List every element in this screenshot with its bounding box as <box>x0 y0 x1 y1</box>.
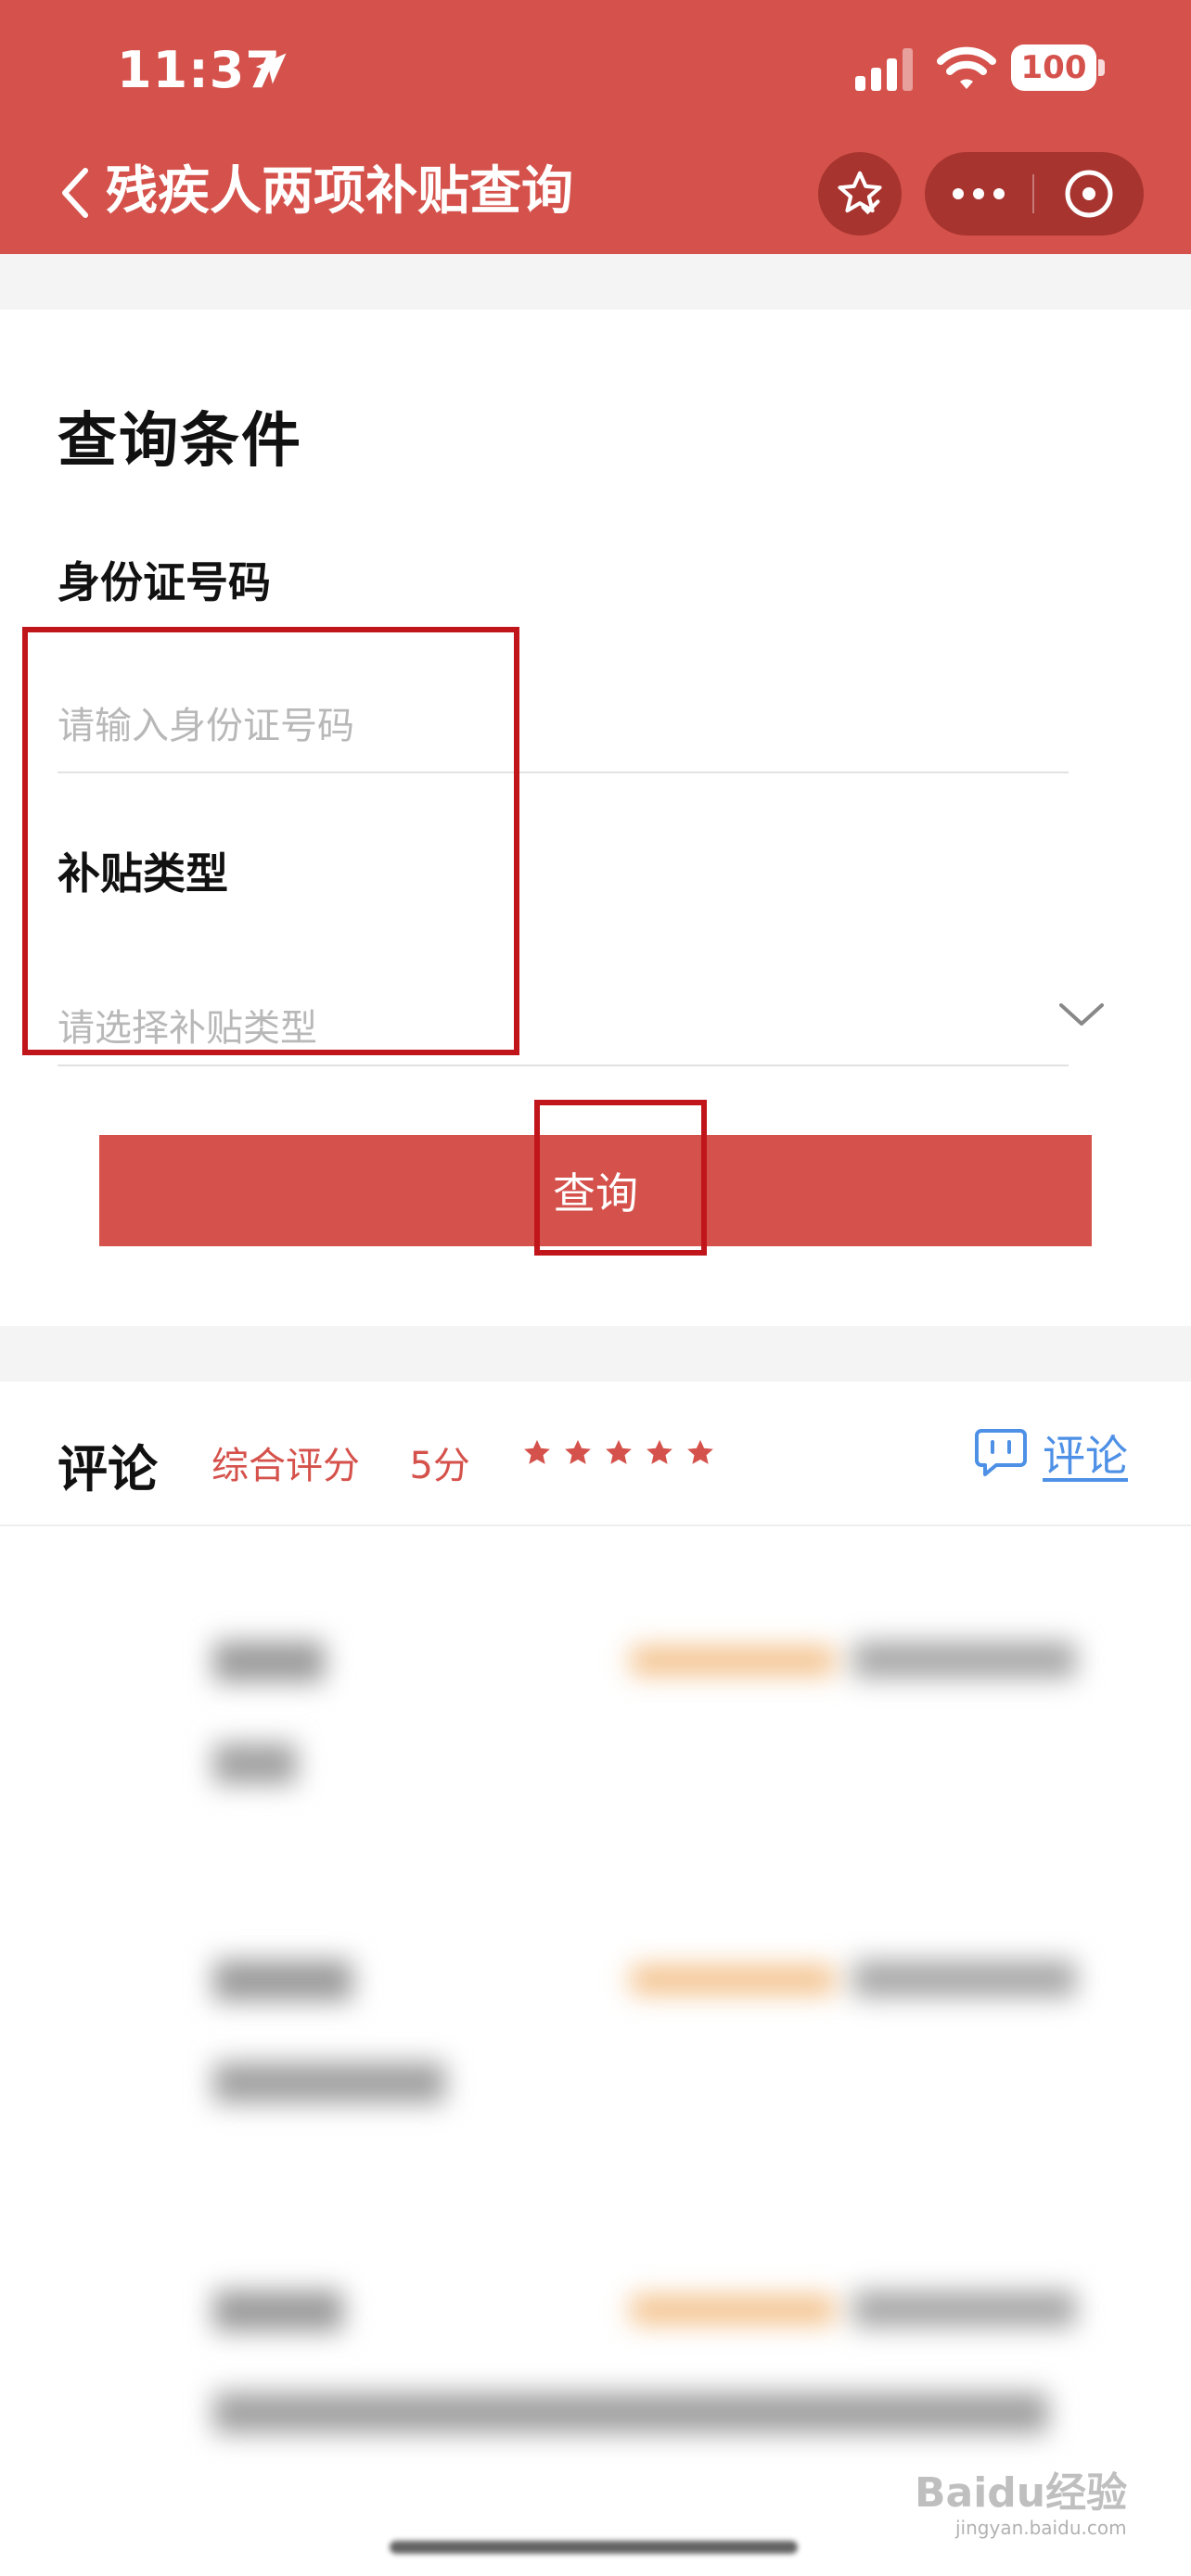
overall-score: 综合评分 5分 <box>211 1435 470 1489</box>
close-button[interactable] <box>1034 152 1144 236</box>
app-header: 11:37 100 残疾人两项补贴查询 <box>0 0 1191 254</box>
wifi-icon <box>937 46 996 89</box>
star-icon <box>606 1439 632 1464</box>
comment-text <box>213 2062 445 2103</box>
star-icon <box>687 1439 713 1464</box>
comment-rating <box>631 2296 835 2324</box>
id-number-label: 身份证号码 <box>58 557 271 607</box>
overall-score-value: 5分 <box>409 1445 470 1487</box>
comment-author <box>213 1960 352 2001</box>
more-dots-icon <box>953 188 1005 199</box>
back-chevron-icon[interactable] <box>52 159 98 226</box>
comment-list <box>56 1576 1132 2576</box>
write-comment-button[interactable]: 评论 <box>974 1421 1128 1486</box>
comment-date <box>853 2290 1076 2327</box>
close-circle-icon <box>1065 170 1113 218</box>
comment-date <box>853 1641 1076 1678</box>
section-title: 查询条件 <box>58 407 302 476</box>
star-icon <box>647 1439 672 1464</box>
write-comment-label: 评论 <box>1043 1431 1128 1481</box>
location-arrow-icon <box>255 53 287 84</box>
chevron-down-icon <box>1059 1003 1104 1026</box>
overall-score-label: 综合评分 <box>211 1445 360 1487</box>
mini-program-capsule <box>925 152 1144 236</box>
page-title: 残疾人两项补贴查询 <box>106 161 573 222</box>
status-bar: 11:37 100 <box>0 0 1191 139</box>
favorite-button[interactable] <box>818 152 902 236</box>
cellular-signal-icon <box>855 48 913 91</box>
home-indicator <box>390 2541 798 2554</box>
list-item <box>56 1576 1132 1892</box>
comment-rating <box>631 1647 835 1675</box>
comment-text <box>213 1743 297 1784</box>
comment-author <box>213 1641 325 1682</box>
comments-header: 评论 综合评分 5分 评论 <box>0 1382 1191 1526</box>
comment-text <box>213 2392 1048 2433</box>
rating-stars <box>521 1437 716 1469</box>
comments-section: 评论 综合评分 5分 评论 <box>0 1382 1191 2576</box>
star-icon <box>524 1439 550 1464</box>
battery-tip <box>1098 59 1105 76</box>
more-button[interactable] <box>925 152 1032 236</box>
list-item <box>56 1895 1132 2211</box>
nav-bar: 残疾人两项补贴查询 <box>0 139 1191 254</box>
comment-bubble-icon <box>975 1429 1027 1476</box>
star-favorite-icon <box>838 171 882 215</box>
comments-title: 评论 <box>58 1440 158 1498</box>
comment-rating <box>631 1966 835 1994</box>
watermark: Baidu经验 <box>915 2469 1128 2517</box>
star-icon <box>565 1439 591 1464</box>
watermark-url: jingyan.baidu.com <box>955 2517 1127 2539</box>
highlight-box-form <box>22 627 519 1055</box>
battery-indicator: 100 <box>1011 45 1096 91</box>
comment-author <box>213 2290 343 2331</box>
highlight-box-button <box>534 1100 707 1256</box>
comment-date <box>853 1960 1076 1997</box>
